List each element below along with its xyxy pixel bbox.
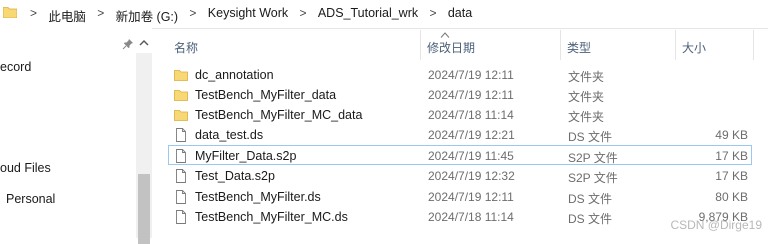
file-name: TestBench_MyFilter_MC_data [195,108,363,122]
file-type: DS 文件 [568,130,613,144]
chevron-right-icon[interactable]: > [97,6,104,20]
file-name: data_test.ds [195,128,264,142]
file-size: 17 KB [715,169,748,183]
file-type: 文件夹 [568,70,605,84]
file-type: S2P 文件 [568,171,618,185]
pin-icon[interactable] [122,38,134,50]
file-row[interactable]: TestBench_MyFilter_MC.ds 2024/7/18 11:14… [168,206,752,226]
column-size[interactable]: 大小 [682,39,706,56]
file-name: MyFilter_Data.s2p [195,149,297,163]
file-date: 2024/7/19 12:11 [428,88,514,102]
sort-ascending-icon [440,32,450,38]
file-row[interactable]: Test_Data.s2p 2024/7/19 12:32 S2P 文件 17 … [168,165,752,185]
file-size: 17 KB [715,149,748,163]
file-type: S2P 文件 [568,151,618,165]
file-icon [176,169,186,183]
breadcrumb-this-pc[interactable]: 此电脑 [48,6,86,25]
file-row[interactable]: TestBench_MyFilter.ds 2024/7/19 12:11 DS… [168,186,752,206]
nav-item-record[interactable]: ecord [0,60,31,74]
breadcrumb: > 此电脑 > 新加卷 (G:) > Keysight Work > ADS_T… [22,6,472,25]
file-size: 80 KB [715,190,748,204]
chevron-right-icon[interactable]: > [189,6,196,20]
file-name: Test_Data.s2p [195,169,275,183]
file-type: DS 文件 [568,212,613,226]
file-date: 2024/7/18 11:14 [428,108,514,122]
breadcrumb-ads-tutorial[interactable]: ADS_Tutorial_wrk [318,6,418,20]
file-icon [176,128,186,142]
column-divider[interactable] [560,30,561,60]
column-divider[interactable] [675,30,676,60]
file-name: dc_annotation [195,68,274,82]
folder-icon [174,110,188,121]
file-row[interactable]: TestBench_MyFilter_MC_data 2024/7/18 11:… [168,104,752,124]
file-name: TestBench_MyFilter.ds [195,190,321,204]
folder-icon [174,70,188,81]
column-name[interactable]: 名称 [174,39,198,56]
file-icon [176,149,186,163]
breadcrumb-keysight-work[interactable]: Keysight Work [208,6,288,20]
column-divider[interactable] [420,30,421,60]
nav-item-cloud-files[interactable]: oud Files [0,161,51,175]
file-list: dc_annotation 2024/7/19 12:11 文件夹 TestBe… [152,62,768,238]
file-date: 2024/7/19 12:11 [428,68,514,82]
file-row-selected[interactable]: MyFilter_Data.s2p 2024/7/19 11:45 S2P 文件… [168,145,752,165]
column-type[interactable]: 类型 [567,39,591,56]
file-date: 2024/7/19 12:11 [428,190,514,204]
navigation-pane: ecord oud Files Personal [0,28,152,244]
nav-scrollbar-thumb[interactable] [138,174,150,244]
file-row[interactable]: data_test.ds 2024/7/19 12:21 DS 文件 49 KB [168,124,752,144]
watermark-text: CSDN @Dirge19 [670,218,762,232]
chevron-right-icon[interactable]: > [299,6,306,20]
file-type: 文件夹 [568,90,605,104]
file-date: 2024/7/19 12:32 [428,169,515,183]
file-date: 2024/7/19 12:21 [428,128,515,142]
file-name: TestBench_MyFilter_MC.ds [195,210,348,224]
column-header: 名称 修改日期 类型 大小 [152,28,768,62]
file-type: 文件夹 [568,110,605,124]
file-size: 49 KB [715,128,748,142]
column-date[interactable]: 修改日期 [427,39,475,56]
address-bar[interactable]: > 此电脑 > 新加卷 (G:) > Keysight Work > ADS_T… [0,0,768,29]
file-row[interactable]: dc_annotation 2024/7/19 12:11 文件夹 [168,64,752,84]
file-date: 2024/7/19 11:45 [428,149,514,163]
chevron-right-icon[interactable]: > [429,6,436,20]
folder-icon [3,7,17,18]
breadcrumb-data[interactable]: data [448,6,472,20]
file-icon [176,190,186,204]
file-date: 2024/7/18 11:14 [428,210,514,224]
breadcrumb-drive[interactable]: 新加卷 (G:) [116,6,179,25]
file-row[interactable]: TestBench_MyFilter_data 2024/7/19 12:11 … [168,84,752,104]
file-name: TestBench_MyFilter_data [195,88,337,102]
scroll-up-icon[interactable] [138,38,150,48]
folder-icon [174,90,188,101]
column-divider[interactable] [753,30,754,60]
nav-item-personal[interactable]: Personal [6,192,55,206]
file-icon [176,210,186,224]
file-type: DS 文件 [568,192,613,206]
chevron-right-icon[interactable]: > [30,6,37,20]
